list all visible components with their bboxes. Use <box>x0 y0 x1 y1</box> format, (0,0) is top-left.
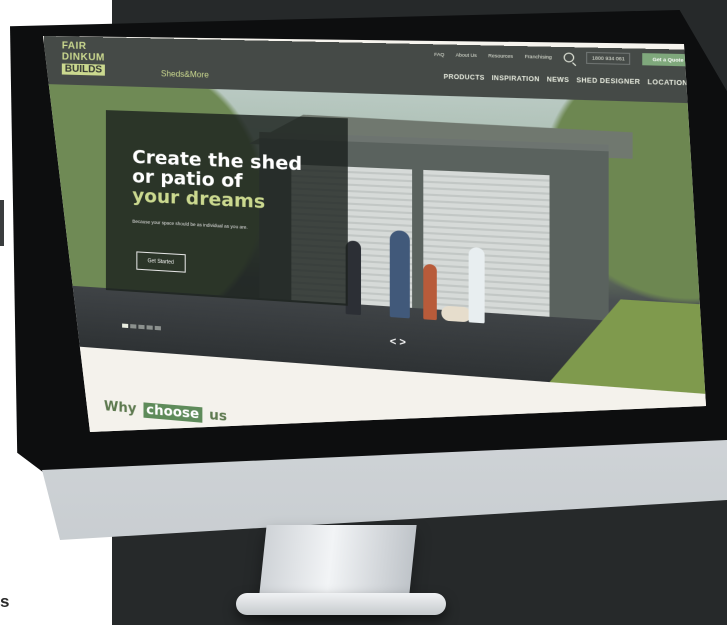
monitor-stand-base <box>236 593 446 615</box>
slide-dot[interactable] <box>154 325 161 331</box>
nav-inspiration[interactable]: INSPIRATION <box>492 76 540 84</box>
nav-shed-designer[interactable]: SHED DESIGNER <box>576 78 640 86</box>
get-started-button[interactable]: Get Started <box>136 251 186 273</box>
logo-line-3: BUILDS <box>61 63 106 76</box>
phone-button[interactable]: 1800 934 061 <box>585 51 631 65</box>
main-nav: PRODUCTS INSPIRATION NEWS SHED DESIGNER … <box>444 74 694 87</box>
person <box>389 230 410 319</box>
why-highlight: choose <box>143 402 203 423</box>
top-nav: FAQ About Us Resources Franchising 1800 … <box>434 49 694 67</box>
site-tagline: Sheds&More <box>160 69 209 80</box>
search-icon[interactable] <box>563 52 575 63</box>
site-logo[interactable]: FAIR DINKUM BUILDS <box>61 40 153 81</box>
why-suffix: us <box>209 407 228 425</box>
slide-dot[interactable] <box>146 325 153 330</box>
slider-arrows[interactable]: < > <box>390 336 406 349</box>
nav-products[interactable]: PRODUCTS <box>444 74 485 82</box>
nav-franchising[interactable]: Franchising <box>525 54 552 60</box>
slide-dot[interactable] <box>138 324 145 330</box>
nav-about-us[interactable]: About Us <box>456 52 477 58</box>
why-prefix: Why <box>103 399 137 418</box>
why-title: Why choose us <box>104 399 227 425</box>
dog <box>441 305 471 323</box>
family-photo <box>345 219 550 327</box>
slide-dot[interactable] <box>130 324 137 329</box>
person <box>423 263 437 321</box>
person <box>345 240 362 316</box>
monitor: FAIR DINKUM BUILDS Sheds&More FAQ About … <box>0 0 727 625</box>
nav-news[interactable]: NEWS <box>547 77 570 84</box>
slide-dot[interactable] <box>122 323 129 329</box>
nav-faq[interactable]: FAQ <box>434 52 444 58</box>
nav-resources[interactable]: Resources <box>488 53 513 59</box>
logo-line-2: DINKUM <box>61 51 105 64</box>
hero-title: Create the shed or patio of your dreams <box>132 147 302 214</box>
person <box>468 247 485 324</box>
